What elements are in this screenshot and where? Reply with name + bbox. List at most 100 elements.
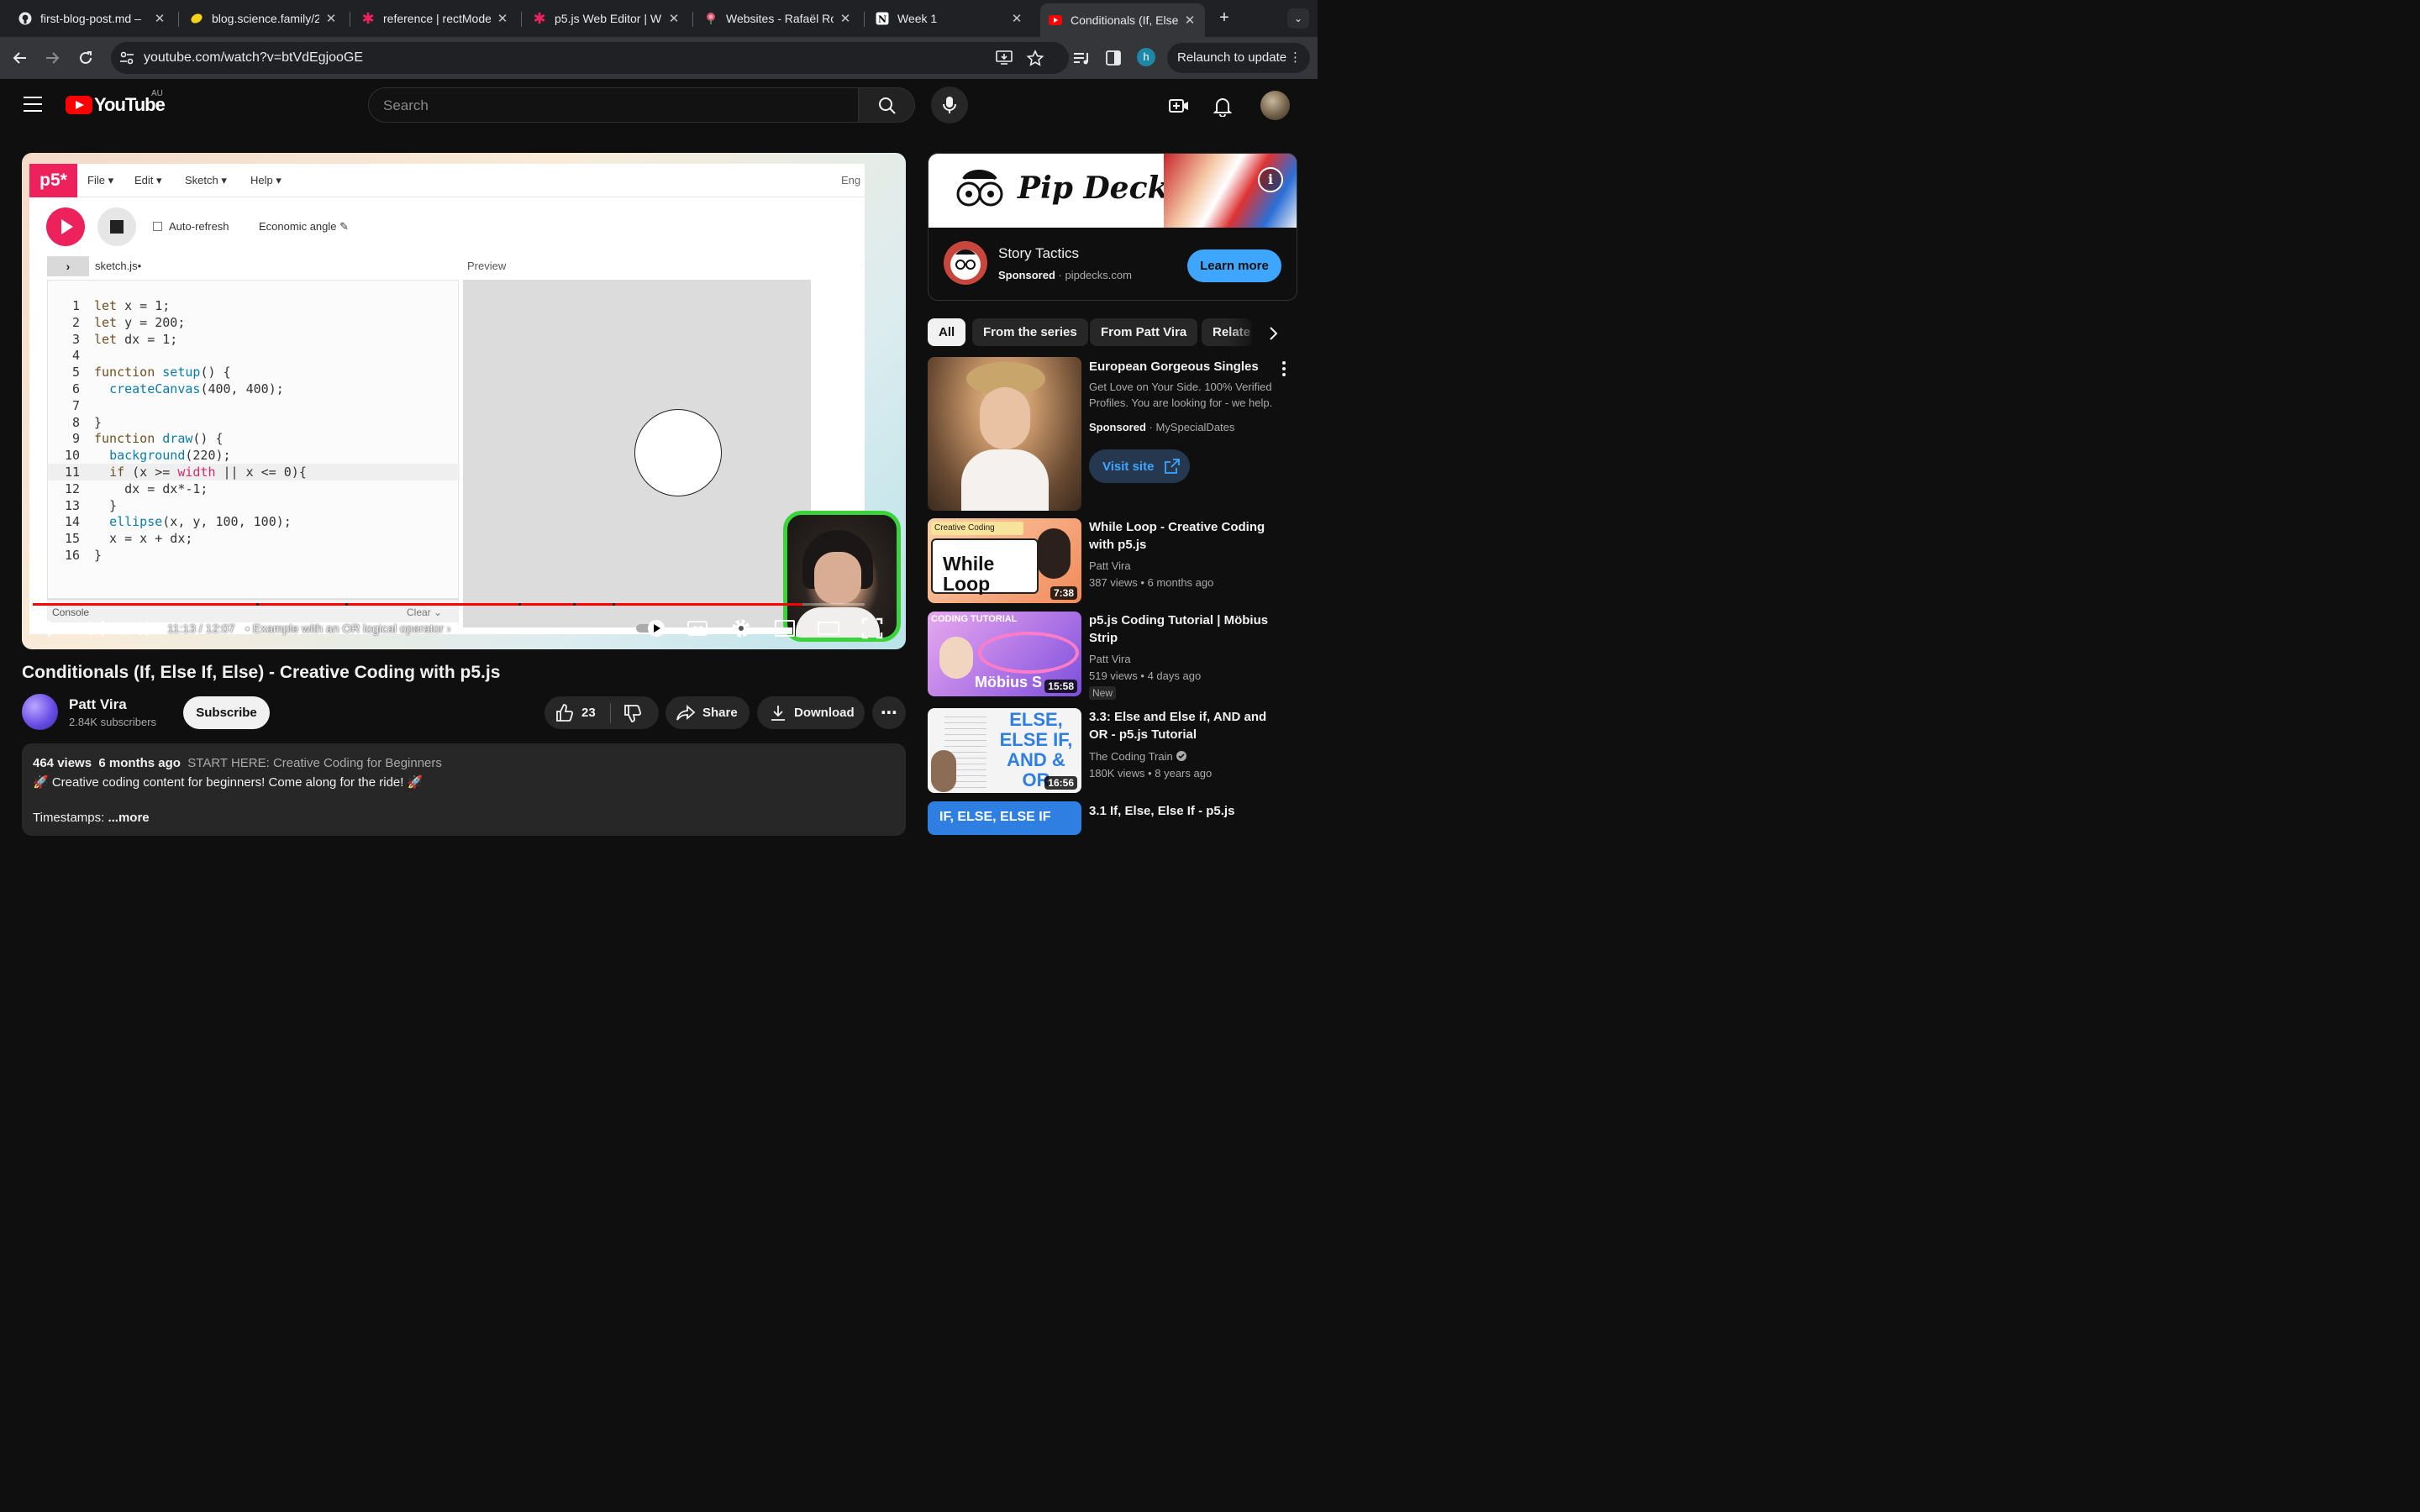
browser-tab[interactable]: ✱ p5.js Web Editor | W ✕ <box>524 5 689 32</box>
captions-icon[interactable]: CC <box>687 617 708 639</box>
channel-avatar[interactable] <box>22 694 58 730</box>
ad-title[interactable]: Story Tactics <box>998 245 1079 262</box>
video-thumbnail[interactable]: Creative Coding While Loop 7:38 <box>928 518 1081 603</box>
address-bar[interactable]: youtube.com/watch?v=btVdEgjooGE <box>111 42 1069 74</box>
more-vert-icon[interactable]: ⋮ <box>1289 43 1302 73</box>
line-number: 6 <box>71 381 80 396</box>
video-thumbnail[interactable]: ELSE, ELSE IF, AND & OR 16:56 <box>928 708 1081 793</box>
p5-play-icon <box>46 207 85 246</box>
relaunch-button[interactable]: Relaunch to update ⋮ <box>1167 43 1310 73</box>
p5-menu-help: Help ▾ <box>250 174 281 186</box>
close-tab-icon[interactable]: ✕ <box>496 11 509 26</box>
tab-search-button[interactable]: ⌄ <box>1287 8 1309 29</box>
close-tab-icon[interactable]: ✕ <box>839 11 852 26</box>
video-title[interactable]: 3.1 If, Else, Else If - p5.js <box>1089 802 1284 820</box>
learn-more-button[interactable]: Learn more <box>1187 249 1281 282</box>
autoplay-toggle[interactable] <box>634 617 668 639</box>
reload-icon[interactable] <box>75 47 97 69</box>
search-button[interactable] <box>858 87 915 123</box>
video-thumbnail[interactable]: CODING TUTORIAL Möbius S 15:58 <box>928 612 1081 696</box>
close-tab-icon[interactable]: ✕ <box>1010 11 1023 26</box>
progress-played <box>33 603 802 606</box>
subscribe-button[interactable]: Subscribe <box>183 696 270 729</box>
volume-icon[interactable] <box>129 617 151 639</box>
browser-tab[interactable]: ✱ reference | rectMode ✕ <box>353 5 518 32</box>
like-button[interactable]: 23 <box>544 703 610 723</box>
advertiser-avatar[interactable] <box>944 241 987 285</box>
svg-text:CC: CC <box>692 626 703 634</box>
video-title[interactable]: p5.js Coding Tutorial | Möbius Strip <box>1089 612 1284 647</box>
settings-gear-icon[interactable] <box>730 617 752 639</box>
p5-logo: p5* <box>29 164 77 197</box>
browser-tab[interactable]: Websites - Rafaël Ro ✕ <box>696 5 860 32</box>
description-stats: 464 views 6 months ago START HERE: Creat… <box>33 756 442 770</box>
search-input[interactable]: Search <box>368 87 859 123</box>
chip-from-patt-vira[interactable]: From Patt Vira <box>1090 318 1198 346</box>
dislike-button[interactable] <box>611 703 643 723</box>
more-vert-icon[interactable] <box>1278 360 1290 377</box>
line-number: 4 <box>71 348 80 364</box>
next-icon[interactable] <box>87 617 108 639</box>
close-tab-icon[interactable]: ✕ <box>324 11 338 26</box>
fullscreen-icon[interactable] <box>861 617 883 639</box>
menu-icon[interactable] <box>24 97 42 113</box>
profile-avatar[interactable]: h <box>1137 48 1155 66</box>
share-button[interactable]: Share <box>666 696 750 729</box>
playlist-link[interactable]: START HERE: Creative Coding for Beginner… <box>187 756 442 770</box>
visit-site-button[interactable]: Visit site <box>1089 449 1190 483</box>
chapter-marker <box>345 603 348 606</box>
account-avatar[interactable] <box>1260 91 1290 120</box>
video-channel[interactable]: Patt Vira <box>1089 651 1131 667</box>
description-box[interactable]: 464 views 6 months ago START HERE: Creat… <box>22 743 906 836</box>
media-controls-icon[interactable] <box>1072 49 1091 67</box>
chevron-right-icon[interactable] <box>1260 322 1286 345</box>
download-button[interactable]: Download <box>757 696 865 729</box>
video-player[interactable]: p5* File ▾ Edit ▾ Sketch ▾ Help ▾ Eng Au… <box>22 153 906 649</box>
browser-tab[interactable]: blog.science.family/2 ✕ <box>182 5 346 32</box>
video-title[interactable]: While Loop - Creative Coding with p5.js <box>1089 518 1284 554</box>
chip-from-the-series[interactable]: From the series <box>972 318 1088 346</box>
side-panel-icon[interactable] <box>1104 49 1123 67</box>
notifications-bell-icon[interactable] <box>1212 95 1234 118</box>
miniplayer-icon[interactable] <box>774 617 796 639</box>
chapter-marker <box>613 603 615 606</box>
chip-all[interactable]: All <box>928 318 966 346</box>
ad-info-icon[interactable]: i <box>1258 167 1283 192</box>
p5-asterisk-icon: ✱ <box>533 9 546 27</box>
forward-icon[interactable] <box>41 47 63 69</box>
voice-search-button[interactable] <box>931 87 968 123</box>
ad-banner[interactable]: Pip Decks i <box>929 154 1297 228</box>
video-thumbnail[interactable]: IF, ELSE, ELSE IF <box>928 801 1081 835</box>
site-info-icon[interactable] <box>119 51 134 65</box>
install-app-icon[interactable] <box>995 50 1013 66</box>
sponsored-video-meta: Sponsored · MySpecialDates <box>1089 421 1235 433</box>
github-icon <box>18 12 32 25</box>
browser-tab[interactable]: N Week 1 ✕ <box>867 5 1032 32</box>
youtube-logo[interactable]: YouTube AU <box>66 89 166 116</box>
more-actions-button[interactable]: ⋯ <box>872 696 906 729</box>
close-tab-icon[interactable]: ✕ <box>667 11 681 26</box>
ad-brand-logo: Pip Decks <box>1018 171 1186 206</box>
video-meta: 180K views • 8 years ago <box>1089 767 1213 780</box>
video-title[interactable]: 3.3: Else and Else if, AND and OR - p5.j… <box>1089 708 1284 743</box>
chapter-title[interactable]: • Example with an OR logical operator › <box>245 622 451 635</box>
progress-bar[interactable] <box>33 603 865 606</box>
theater-mode-icon[interactable] <box>818 617 839 639</box>
video-channel[interactable]: The Coding Train <box>1089 748 1187 764</box>
show-more-link[interactable]: ...more <box>108 811 149 825</box>
close-tab-icon[interactable]: ✕ <box>1183 13 1197 28</box>
play-icon[interactable] <box>43 617 65 639</box>
sponsored-video-thumbnail[interactable] <box>928 357 1081 511</box>
create-video-icon[interactable] <box>1168 95 1190 117</box>
channel-name[interactable]: Patt Vira <box>69 696 127 713</box>
video-channel[interactable]: Patt Vira <box>1089 558 1131 574</box>
sponsored-video-title[interactable]: European Gorgeous Singles <box>1089 358 1284 375</box>
back-icon[interactable] <box>9 47 31 69</box>
sponsored-ad-card[interactable]: Pip Decks i Story Tactics Sponsored · pi… <box>928 153 1297 301</box>
browser-tab[interactable]: first-blog-post.md – ✕ <box>10 5 175 32</box>
new-tab-button[interactable]: + <box>1215 8 1234 27</box>
bookmark-star-icon[interactable] <box>1026 50 1044 66</box>
thumbs-down-icon <box>624 704 642 722</box>
close-tab-icon[interactable]: ✕ <box>153 11 166 26</box>
browser-tab-active[interactable]: Conditionals (If, Else ✕ <box>1040 3 1205 37</box>
